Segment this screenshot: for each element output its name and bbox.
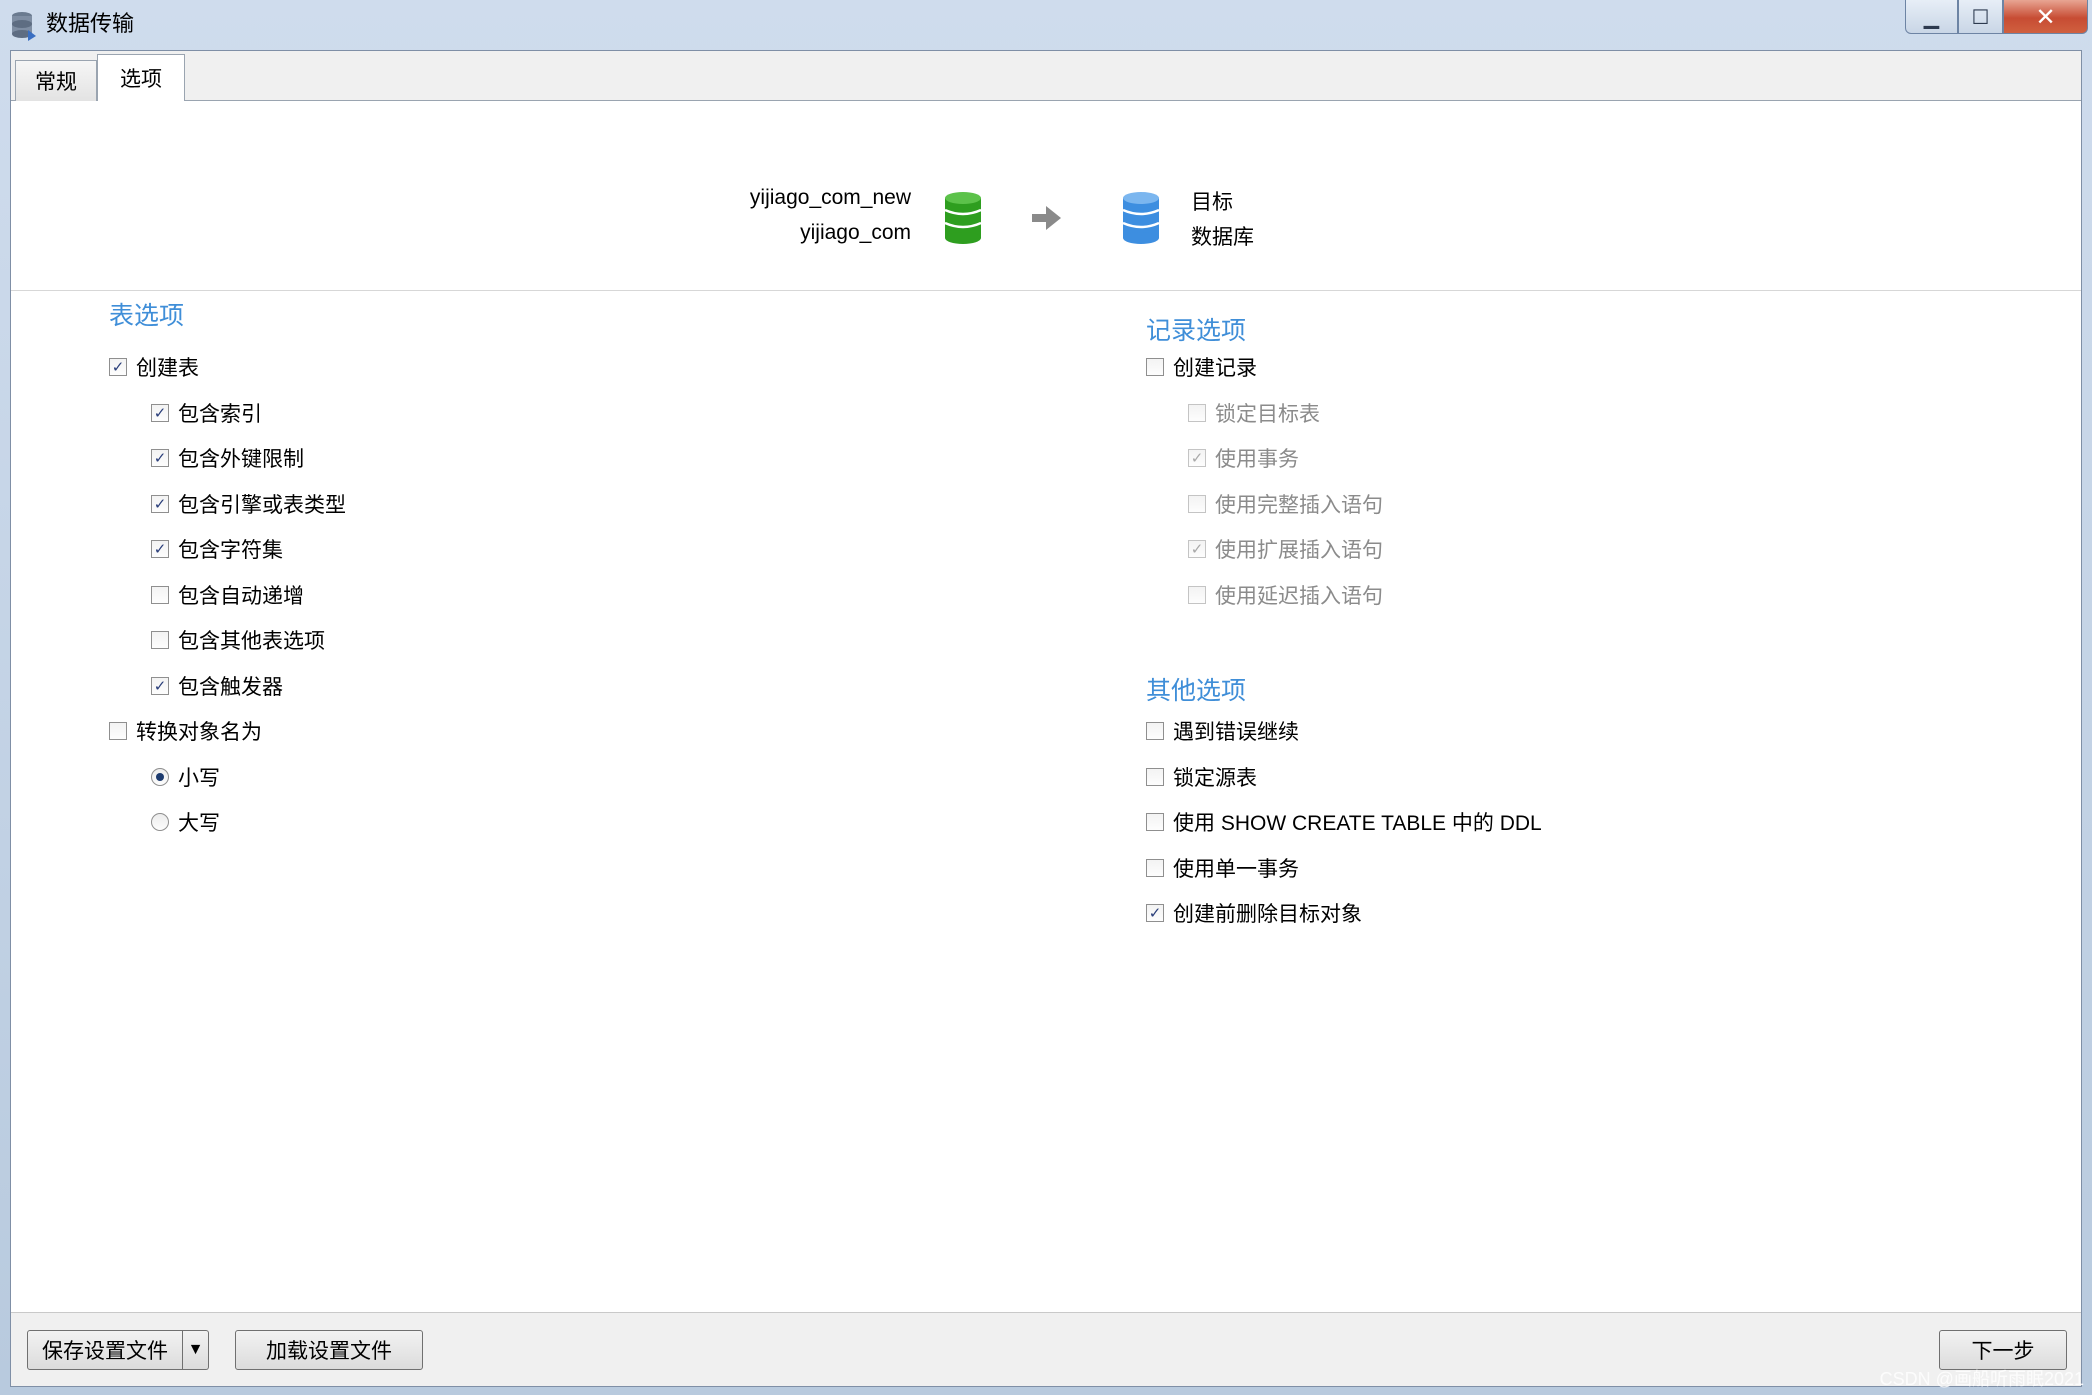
target-label: 目标 [1191, 191, 1233, 214]
save-profile-button[interactable]: 保存设置文件 [27, 1330, 183, 1370]
checkbox-box[interactable] [1146, 358, 1164, 376]
checkbox-box[interactable]: ✓ [1188, 540, 1206, 558]
dialog-client: 常规 选项 yijiago_com_new yijiago_com 目标 数据库… [10, 50, 2082, 1387]
checkbox-label: 使用延迟插入语句 [1215, 585, 1383, 608]
record-options-title: 记录选项 [1146, 317, 1247, 345]
use-complete-insert-checkbox[interactable]: 使用完整插入语句 [1188, 490, 1383, 518]
dropdown-arrow-icon: ▼ [187, 1341, 204, 1358]
checkbox-label: 包含外键限制 [178, 448, 304, 471]
include-auto-increment-checkbox[interactable]: 包含自动递增 [151, 581, 304, 609]
maximize-icon: ☐ [1971, 4, 1990, 29]
uppercase-radio[interactable]: 大写 [151, 808, 220, 836]
use-delayed-insert-checkbox[interactable]: 使用延迟插入语句 [1188, 581, 1383, 609]
arrow-right-icon [1032, 206, 1061, 230]
target-database-label: 数据库 [1191, 226, 1254, 249]
save-profile-dropdown-button[interactable]: ▼ [183, 1330, 209, 1370]
checkbox-label: 创建前删除目标对象 [1173, 903, 1362, 926]
checkbox-label: 遇到错误继续 [1173, 721, 1299, 744]
radio-dot [156, 773, 164, 781]
checkbox-box[interactable]: ✓ [151, 677, 169, 695]
radio-label: 大写 [178, 812, 220, 835]
checkbox-box[interactable] [1188, 404, 1206, 422]
source-connection-name: yijiago_com_new [749, 186, 911, 209]
checkbox-label: 创建表 [136, 357, 199, 380]
checkbox-label: 包含自动递增 [178, 585, 304, 608]
checkbox-label: 使用扩展插入语句 [1215, 539, 1383, 562]
checkbox-label: 包含索引 [178, 403, 262, 426]
radio-circle[interactable] [151, 813, 169, 831]
checkbox-box[interactable]: ✓ [109, 358, 127, 376]
include-other-table-options-checkbox[interactable]: 包含其他表选项 [151, 626, 325, 654]
use-extended-insert-checkbox[interactable]: ✓ 使用扩展插入语句 [1188, 535, 1383, 563]
include-charset-checkbox[interactable]: ✓ 包含字符集 [151, 535, 283, 563]
load-profile-button[interactable]: 加载设置文件 [235, 1330, 423, 1370]
lock-target-table-checkbox[interactable]: 锁定目标表 [1188, 399, 1320, 427]
checkbox-box[interactable] [151, 631, 169, 649]
checkbox-label: 使用完整插入语句 [1215, 494, 1383, 517]
checkbox-box[interactable]: ✓ [151, 449, 169, 467]
checkbox-box[interactable]: ✓ [1188, 449, 1206, 467]
next-button[interactable]: 下一步 [1939, 1330, 2067, 1370]
radio-circle[interactable] [151, 768, 169, 786]
checkbox-box[interactable] [1188, 586, 1206, 604]
lock-source-table-checkbox[interactable]: 锁定源表 [1146, 763, 1257, 791]
include-triggers-checkbox[interactable]: ✓ 包含触发器 [151, 672, 283, 700]
checkbox-label: 包含字符集 [178, 539, 283, 562]
include-engine-checkbox[interactable]: ✓ 包含引擎或表类型 [151, 490, 346, 518]
other-options-title: 其他选项 [1146, 677, 1247, 705]
checkbox-label: 创建记录 [1173, 357, 1257, 380]
dialog-footer: 保存设置文件 ▼ 加载设置文件 下一步 [11, 1312, 2081, 1386]
create-records-checkbox[interactable]: 创建记录 [1146, 353, 1257, 381]
checkbox-box[interactable] [1146, 859, 1164, 877]
minimize-button[interactable]: ▁ [1905, 0, 1958, 34]
transfer-window: 数据传输 ▁ ☐ ✕ 常规 选项 yijiago_com_new yijiago… [0, 0, 2092, 1395]
continue-on-error-checkbox[interactable]: 遇到错误继续 [1146, 717, 1299, 745]
include-indexes-checkbox[interactable]: ✓ 包含索引 [151, 399, 262, 427]
checkbox-box[interactable]: ✓ [1146, 904, 1164, 922]
title-bar[interactable]: 数据传输 ▁ ☐ ✕ [0, 0, 2092, 50]
checkbox-box[interactable]: ✓ [151, 495, 169, 513]
checkbox-label: 锁定目标表 [1215, 403, 1320, 426]
checkbox-box[interactable] [109, 722, 127, 740]
database-blue-icon [1122, 192, 1160, 244]
checkbox-box[interactable] [1146, 722, 1164, 740]
tab-bar: 常规 选项 [11, 51, 2081, 102]
watermark: CSDN @画船听雨眠2021 [1879, 1369, 2084, 1389]
checkbox-label: 包含其他表选项 [178, 630, 325, 653]
maximize-button[interactable]: ☐ [1958, 0, 2003, 34]
transfer-header: yijiago_com_new yijiago_com 目标 数据库 [11, 101, 2081, 291]
close-icon: ✕ [2035, 2, 2056, 31]
checkbox-box[interactable]: ✓ [151, 540, 169, 558]
checkbox-label: 使用事务 [1215, 448, 1299, 471]
create-table-checkbox[interactable]: ✓ 创建表 [109, 353, 199, 381]
checkbox-box[interactable] [1146, 768, 1164, 786]
convert-object-names-checkbox[interactable]: 转换对象名为 [109, 717, 262, 745]
use-transaction-checkbox[interactable]: ✓ 使用事务 [1188, 444, 1299, 472]
source-database-name: yijiago_com [800, 221, 911, 244]
tab-options[interactable]: 选项 [97, 54, 185, 102]
checkbox-label: 包含引擎或表类型 [178, 494, 346, 517]
use-show-create-table-ddl-checkbox[interactable]: 使用 SHOW CREATE TABLE 中的 DDL [1146, 808, 1542, 836]
tab-general[interactable]: 常规 [15, 60, 97, 101]
use-single-transaction-checkbox[interactable]: 使用单一事务 [1146, 854, 1299, 882]
lowercase-radio[interactable]: 小写 [151, 763, 220, 791]
close-button[interactable]: ✕ [2003, 0, 2088, 34]
checkbox-label: 使用单一事务 [1173, 858, 1299, 881]
window-title: 数据传输 [46, 11, 135, 36]
checkbox-box[interactable] [1146, 813, 1164, 831]
database-green-icon [944, 192, 982, 244]
table-options-title: 表选项 [109, 302, 185, 330]
checkbox-box[interactable] [151, 586, 169, 604]
checkbox-box[interactable]: ✓ [151, 404, 169, 422]
checkbox-label: 包含触发器 [178, 676, 283, 699]
include-foreign-keys-checkbox[interactable]: ✓ 包含外键限制 [151, 444, 304, 472]
drop-target-objects-checkbox[interactable]: ✓ 创建前删除目标对象 [1146, 899, 1362, 927]
checkbox-label: 锁定源表 [1173, 767, 1257, 790]
checkbox-label: 使用 SHOW CREATE TABLE 中的 DDL [1173, 812, 1542, 835]
checkbox-box[interactable] [1188, 495, 1206, 513]
minimize-icon: ▁ [1923, 4, 1940, 29]
radio-label: 小写 [178, 767, 220, 790]
database-app-icon [12, 12, 36, 41]
checkbox-label: 转换对象名为 [136, 721, 262, 744]
